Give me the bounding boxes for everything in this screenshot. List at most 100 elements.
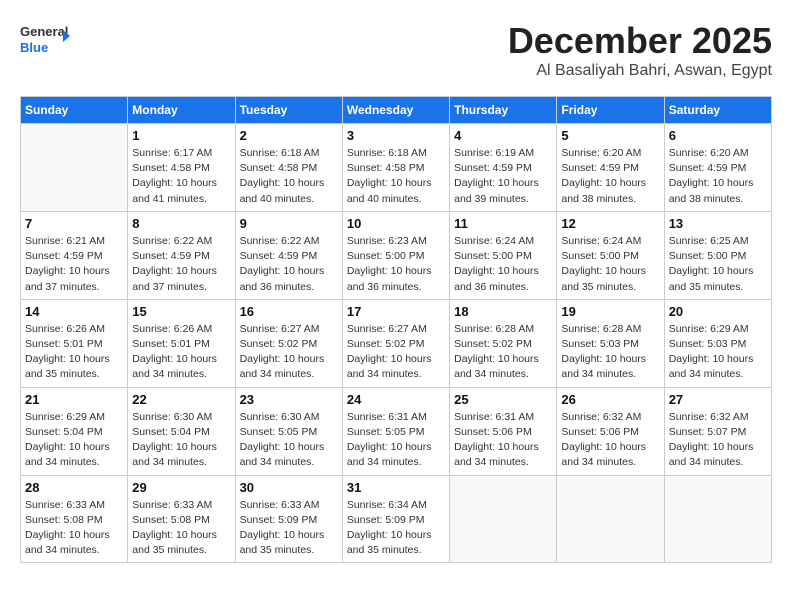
day-info: Sunrise: 6:20 AMSunset: 4:59 PMDaylight:… — [561, 146, 659, 207]
calendar-cell: 30 Sunrise: 6:33 AMSunset: 5:09 PMDayligh… — [235, 475, 342, 563]
calendar-cell: 23Sunrise: 6:30 AMSunset: 5:05 PMDayligh… — [235, 387, 342, 475]
day-number: 28 — [25, 480, 123, 495]
weekday-header-sunday: Sunday — [21, 97, 128, 124]
calendar-cell: 1Sunrise: 6:17 AMSunset: 4:58 PMDaylight… — [128, 124, 235, 212]
svg-text:Blue: Blue — [20, 40, 48, 55]
calendar-cell: 16 Sunrise: 6:27 AMSunset: 5:02 PMDayligh… — [235, 299, 342, 387]
day-info: Sunrise: 6:22 AMSunset: 4:59 PMDaylight:… — [132, 234, 230, 295]
day-number: 15 — [132, 304, 230, 319]
day-info: Sunrise: 6:27 AMSunset: 5:02 PMDaylight:… — [240, 322, 338, 383]
calendar-cell: 19 Sunrise: 6:28 AMSunset: 5:03 PMDayligh… — [557, 299, 664, 387]
day-info: Sunrise: 6:33 AMSunset: 5:09 PMDaylight:… — [240, 498, 338, 559]
calendar-cell: 14Sunrise: 6:26 AMSunset: 5:01 PMDayligh… — [21, 299, 128, 387]
day-number: 8 — [132, 216, 230, 231]
day-number: 17 — [347, 304, 445, 319]
weekday-header-friday: Friday — [557, 97, 664, 124]
day-number: 23 — [240, 392, 338, 407]
day-number: 18 — [454, 304, 552, 319]
day-number: 9 — [240, 216, 338, 231]
calendar-cell: 2 Sunrise: 6:18 AMSunset: 4:58 PMDaylight… — [235, 124, 342, 212]
day-number: 20 — [669, 304, 767, 319]
day-number: 11 — [454, 216, 552, 231]
day-number: 25 — [454, 392, 552, 407]
calendar-cell: 26 Sunrise: 6:32 AMSunset: 5:06 PMDayligh… — [557, 387, 664, 475]
calendar-cell: 24 Sunrise: 6:31 AMSunset: 5:05 PMDayligh… — [342, 387, 449, 475]
svg-text:General: General — [20, 24, 68, 39]
day-number: 26 — [561, 392, 659, 407]
calendar-cell: 7 Sunrise: 6:21 AMSunset: 4:59 PMDaylight… — [21, 211, 128, 299]
day-number: 19 — [561, 304, 659, 319]
calendar-cell: 5 Sunrise: 6:20 AMSunset: 4:59 PMDaylight… — [557, 124, 664, 212]
day-number: 21 — [25, 392, 123, 407]
day-number: 1 — [132, 128, 230, 143]
day-number: 24 — [347, 392, 445, 407]
day-info: Sunrise: 6:34 AMSunset: 5:09 PMDaylight:… — [347, 498, 445, 559]
calendar-cell: 17 Sunrise: 6:27 AMSunset: 5:02 PMDayligh… — [342, 299, 449, 387]
day-number: 4 — [454, 128, 552, 143]
day-info: Sunrise: 6:21 AMSunset: 4:59 PMDaylight:… — [25, 234, 123, 295]
day-info: Sunrise: 6:27 AMSunset: 5:02 PMDaylight:… — [347, 322, 445, 383]
day-number: 16 — [240, 304, 338, 319]
calendar-cell: 10Sunrise: 6:23 AMSunset: 5:00 PMDayligh… — [342, 211, 449, 299]
day-info: Sunrise: 6:18 AMSunset: 4:58 PMDaylight:… — [347, 146, 445, 207]
location-title: Al Basaliyah Bahri, Aswan, Egypt — [508, 62, 772, 80]
day-info: Sunrise: 6:25 AMSunset: 5:00 PMDaylight:… — [669, 234, 767, 295]
calendar-cell: 15 Sunrise: 6:26 AMSunset: 5:01 PMDayligh… — [128, 299, 235, 387]
day-number: 29 — [132, 480, 230, 495]
calendar-cell: 31 Sunrise: 6:34 AMSunset: 5:09 PMDayligh… — [342, 475, 449, 563]
calendar-cell — [21, 124, 128, 212]
calendar-cell: 22 Sunrise: 6:30 AMSunset: 5:04 PMDayligh… — [128, 387, 235, 475]
day-info: Sunrise: 6:20 AMSunset: 4:59 PMDaylight:… — [669, 146, 767, 207]
calendar-cell: 29 Sunrise: 6:33 AMSunset: 5:08 PMDayligh… — [128, 475, 235, 563]
day-number: 14 — [25, 304, 123, 319]
day-number: 10 — [347, 216, 445, 231]
title-section: December 2025 Al Basaliyah Bahri, Aswan,… — [508, 20, 772, 80]
day-info: Sunrise: 6:26 AMSunset: 5:01 PMDaylight:… — [132, 322, 230, 383]
day-number: 5 — [561, 128, 659, 143]
day-info: Sunrise: 6:30 AMSunset: 5:04 PMDaylight:… — [132, 410, 230, 471]
day-number: 2 — [240, 128, 338, 143]
day-info: Sunrise: 6:31 AMSunset: 5:06 PMDaylight:… — [454, 410, 552, 471]
month-title: December 2025 — [508, 20, 772, 62]
calendar-cell: 9 Sunrise: 6:22 AMSunset: 4:59 PMDaylight… — [235, 211, 342, 299]
day-number: 13 — [669, 216, 767, 231]
calendar: SundayMondayTuesdayWednesdayThursdayFrid… — [20, 96, 772, 563]
day-number: 22 — [132, 392, 230, 407]
day-number: 12 — [561, 216, 659, 231]
day-info: Sunrise: 6:29 AMSunset: 5:03 PMDaylight:… — [669, 322, 767, 383]
day-info: Sunrise: 6:19 AMSunset: 4:59 PMDaylight:… — [454, 146, 552, 207]
day-info: Sunrise: 6:24 AMSunset: 5:00 PMDaylight:… — [561, 234, 659, 295]
day-info: Sunrise: 6:33 AMSunset: 5:08 PMDaylight:… — [25, 498, 123, 559]
day-number: 6 — [669, 128, 767, 143]
day-info: Sunrise: 6:29 AMSunset: 5:04 PMDaylight:… — [25, 410, 123, 471]
weekday-header-saturday: Saturday — [664, 97, 771, 124]
calendar-cell: 28 Sunrise: 6:33 AMSunset: 5:08 PMDayligh… — [21, 475, 128, 563]
day-info: Sunrise: 6:22 AMSunset: 4:59 PMDaylight:… — [240, 234, 338, 295]
day-info: Sunrise: 6:33 AMSunset: 5:08 PMDaylight:… — [132, 498, 230, 559]
day-info: Sunrise: 6:32 AMSunset: 5:06 PMDaylight:… — [561, 410, 659, 471]
calendar-cell: 27Sunrise: 6:32 AMSunset: 5:07 PMDayligh… — [664, 387, 771, 475]
calendar-cell — [557, 475, 664, 563]
calendar-cell: 13 Sunrise: 6:25 AMSunset: 5:00 PMDayligh… — [664, 211, 771, 299]
day-number: 30 — [240, 480, 338, 495]
day-info: Sunrise: 6:28 AMSunset: 5:03 PMDaylight:… — [561, 322, 659, 383]
day-number: 31 — [347, 480, 445, 495]
calendar-cell — [450, 475, 557, 563]
day-number: 3 — [347, 128, 445, 143]
day-info: Sunrise: 6:31 AMSunset: 5:05 PMDaylight:… — [347, 410, 445, 471]
calendar-cell: 21 Sunrise: 6:29 AMSunset: 5:04 PMDayligh… — [21, 387, 128, 475]
calendar-cell: 6 Sunrise: 6:20 AMSunset: 4:59 PMDaylight… — [664, 124, 771, 212]
calendar-cell: 25 Sunrise: 6:31 AMSunset: 5:06 PMDayligh… — [450, 387, 557, 475]
day-number: 27 — [669, 392, 767, 407]
day-info: Sunrise: 6:24 AMSunset: 5:00 PMDaylight:… — [454, 234, 552, 295]
day-info: Sunrise: 6:18 AMSunset: 4:58 PMDaylight:… — [240, 146, 338, 207]
day-info: Sunrise: 6:28 AMSunset: 5:02 PMDaylight:… — [454, 322, 552, 383]
calendar-cell: 8 Sunrise: 6:22 AMSunset: 4:59 PMDaylight… — [128, 211, 235, 299]
day-number: 7 — [25, 216, 123, 231]
weekday-header-wednesday: Wednesday — [342, 97, 449, 124]
weekday-header-monday: Monday — [128, 97, 235, 124]
weekday-header-thursday: Thursday — [450, 97, 557, 124]
calendar-cell: 4 Sunrise: 6:19 AMSunset: 4:59 PMDaylight… — [450, 124, 557, 212]
logo-svg: General Blue — [20, 20, 70, 62]
calendar-cell: 12 Sunrise: 6:24 AMSunset: 5:00 PMDayligh… — [557, 211, 664, 299]
